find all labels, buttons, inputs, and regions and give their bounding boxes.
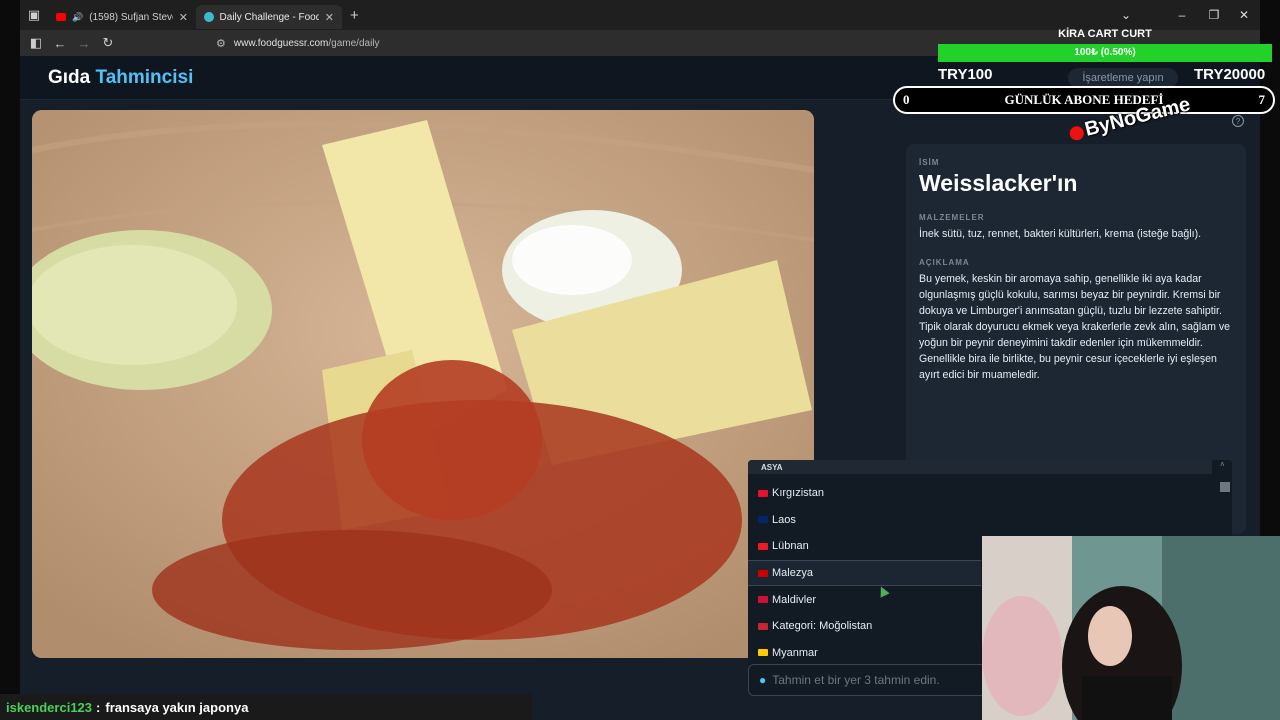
ingredients-text: İnek sütü, tuz, rennet, bakteri kültürle… [919, 228, 1202, 240]
youtube-icon [56, 13, 66, 21]
minimize-icon[interactable]: – [1166, 0, 1198, 30]
chevron-up-icon[interactable]: ˄ [1220, 460, 1225, 469]
close-window-icon[interactable]: ✕ [1228, 0, 1260, 30]
dropdown-item-label: Lübnan [772, 540, 809, 553]
tab-title: (1598) Sufjan Stevens - "Sh [89, 11, 173, 23]
screen: ▣ 🔊 (1598) Sufjan Stevens - "Sh ✕ Daily … [0, 0, 1280, 720]
logo-word-2: Tahmincisi [95, 67, 194, 88]
subscriber-goal-bar: 0 GÜNLÜK ABONE HEDEFİ 7 [893, 86, 1275, 114]
description-text: Bu yemek, keskin bir aromaya sahip, gene… [919, 273, 1231, 381]
chat-message: iskenderci123 : fransaya yakın japonya [0, 694, 532, 720]
dropdown-item[interactable]: Kırgızistan [748, 480, 981, 507]
dropdown-item-label: Malezya [772, 567, 813, 580]
ingredients-label: MALZEMELER [919, 213, 985, 222]
flag-icon [758, 489, 768, 497]
donation-max-label: TRY20000 [1194, 66, 1266, 83]
dropdown-item-label: Kırgızistan [772, 487, 824, 500]
dropdown-item-label: Kategori: Moğolistan [772, 620, 873, 633]
overlay-goal-title: KİRA CART CURT [1058, 28, 1152, 40]
url-field[interactable]: ⚙ www.foodguessr.com/game/daily [216, 34, 380, 52]
name-label: İSİM [919, 158, 940, 167]
dropdown-group-asia: ASYA [748, 460, 1212, 474]
sub-goal-current: 0 [903, 92, 910, 107]
url-host: www.foodguessr.com [233, 37, 329, 49]
close-tab-icon[interactable]: ✕ [179, 11, 188, 24]
donation-progress-label: 100₺ (0.50%) [1074, 47, 1136, 58]
guess-field[interactable]: ● [748, 664, 988, 696]
flag-icon [758, 569, 768, 577]
chat-separator: : [96, 699, 101, 715]
webcam-feed [982, 536, 1280, 720]
guess-input[interactable] [772, 673, 973, 687]
globe-icon: ● [759, 673, 767, 687]
dropdown-item-label: Maldivler [772, 593, 817, 606]
tab-youtube[interactable]: 🔊 (1598) Sufjan Stevens - "Sh ✕ [48, 5, 196, 29]
dropdown-item[interactable]: Lübnan [748, 533, 981, 560]
sub-goal-target: 7 [1258, 92, 1265, 107]
maximize-icon[interactable]: ❐ [1198, 0, 1230, 30]
dropdown-item[interactable]: Myanmar [748, 640, 981, 666]
dropdown-item-highlighted[interactable]: Malezya [748, 559, 981, 587]
new-tab-icon[interactable]: + [350, 7, 359, 24]
tab-title: Daily Challenge - FoodGuessr [219, 11, 319, 23]
dropdown-item-label: Laos [772, 513, 796, 526]
chevron-down-icon[interactable]: ⌄ [1110, 0, 1142, 30]
sidebar-toggle-icon[interactable]: ◧ [24, 30, 48, 56]
dropdown-scrollbar[interactable] [1220, 482, 1230, 492]
person-face [1088, 606, 1132, 666]
food-photo [32, 110, 814, 658]
dropdown-item-label: Myanmar [772, 646, 818, 659]
donation-min-label: TRY100 [938, 66, 993, 83]
webcam-svg [982, 536, 1280, 720]
flag-icon [758, 649, 768, 657]
dropdown-item[interactable]: Kategori: Moğolistan [748, 613, 981, 640]
flag-icon [758, 542, 768, 550]
chat-text: fransaya yakın japonya [105, 699, 249, 715]
brand-dot-icon [1068, 124, 1086, 142]
dropdown-item[interactable]: Maldivler [748, 586, 981, 613]
site-info-icon[interactable]: ⚙ [216, 37, 226, 50]
dropdown-item[interactable]: Laos [748, 507, 981, 534]
url-path: /game/daily [328, 37, 380, 49]
mark-button[interactable]: İşaretleme yapın [1068, 68, 1178, 88]
close-tab-icon[interactable]: ✕ [325, 11, 334, 24]
chat-username: iskenderci123 [6, 699, 93, 715]
tab-actions-icon[interactable]: ▣ [20, 0, 48, 30]
help-icon[interactable]: ? [1232, 115, 1244, 127]
forward-icon[interactable]: → [72, 30, 96, 56]
back-icon[interactable]: ← [48, 30, 72, 56]
site-logo[interactable]: Gıda Tahmincisi [48, 67, 193, 89]
browser-tab-bar: ▣ 🔊 (1598) Sufjan Stevens - "Sh ✕ Daily … [20, 0, 1260, 30]
speaker-icon: 🔊 [71, 11, 84, 22]
site-favicon-icon [204, 12, 214, 22]
flag-icon [758, 516, 768, 524]
flag-icon [758, 596, 768, 604]
donation-progress-bar: 100₺ (0.50%) [938, 44, 1272, 62]
logo-word-1: Gıda [48, 67, 91, 88]
tab-foodguessr[interactable]: Daily Challenge - FoodGuessr ✕ [196, 5, 342, 29]
flag-icon [758, 622, 768, 630]
reload-icon[interactable]: ↻ [96, 30, 120, 56]
description-label: AÇIKLAMA [919, 258, 970, 267]
food-photo-svg [32, 110, 814, 658]
food-name: Weisslacker'ın [919, 170, 1078, 196]
